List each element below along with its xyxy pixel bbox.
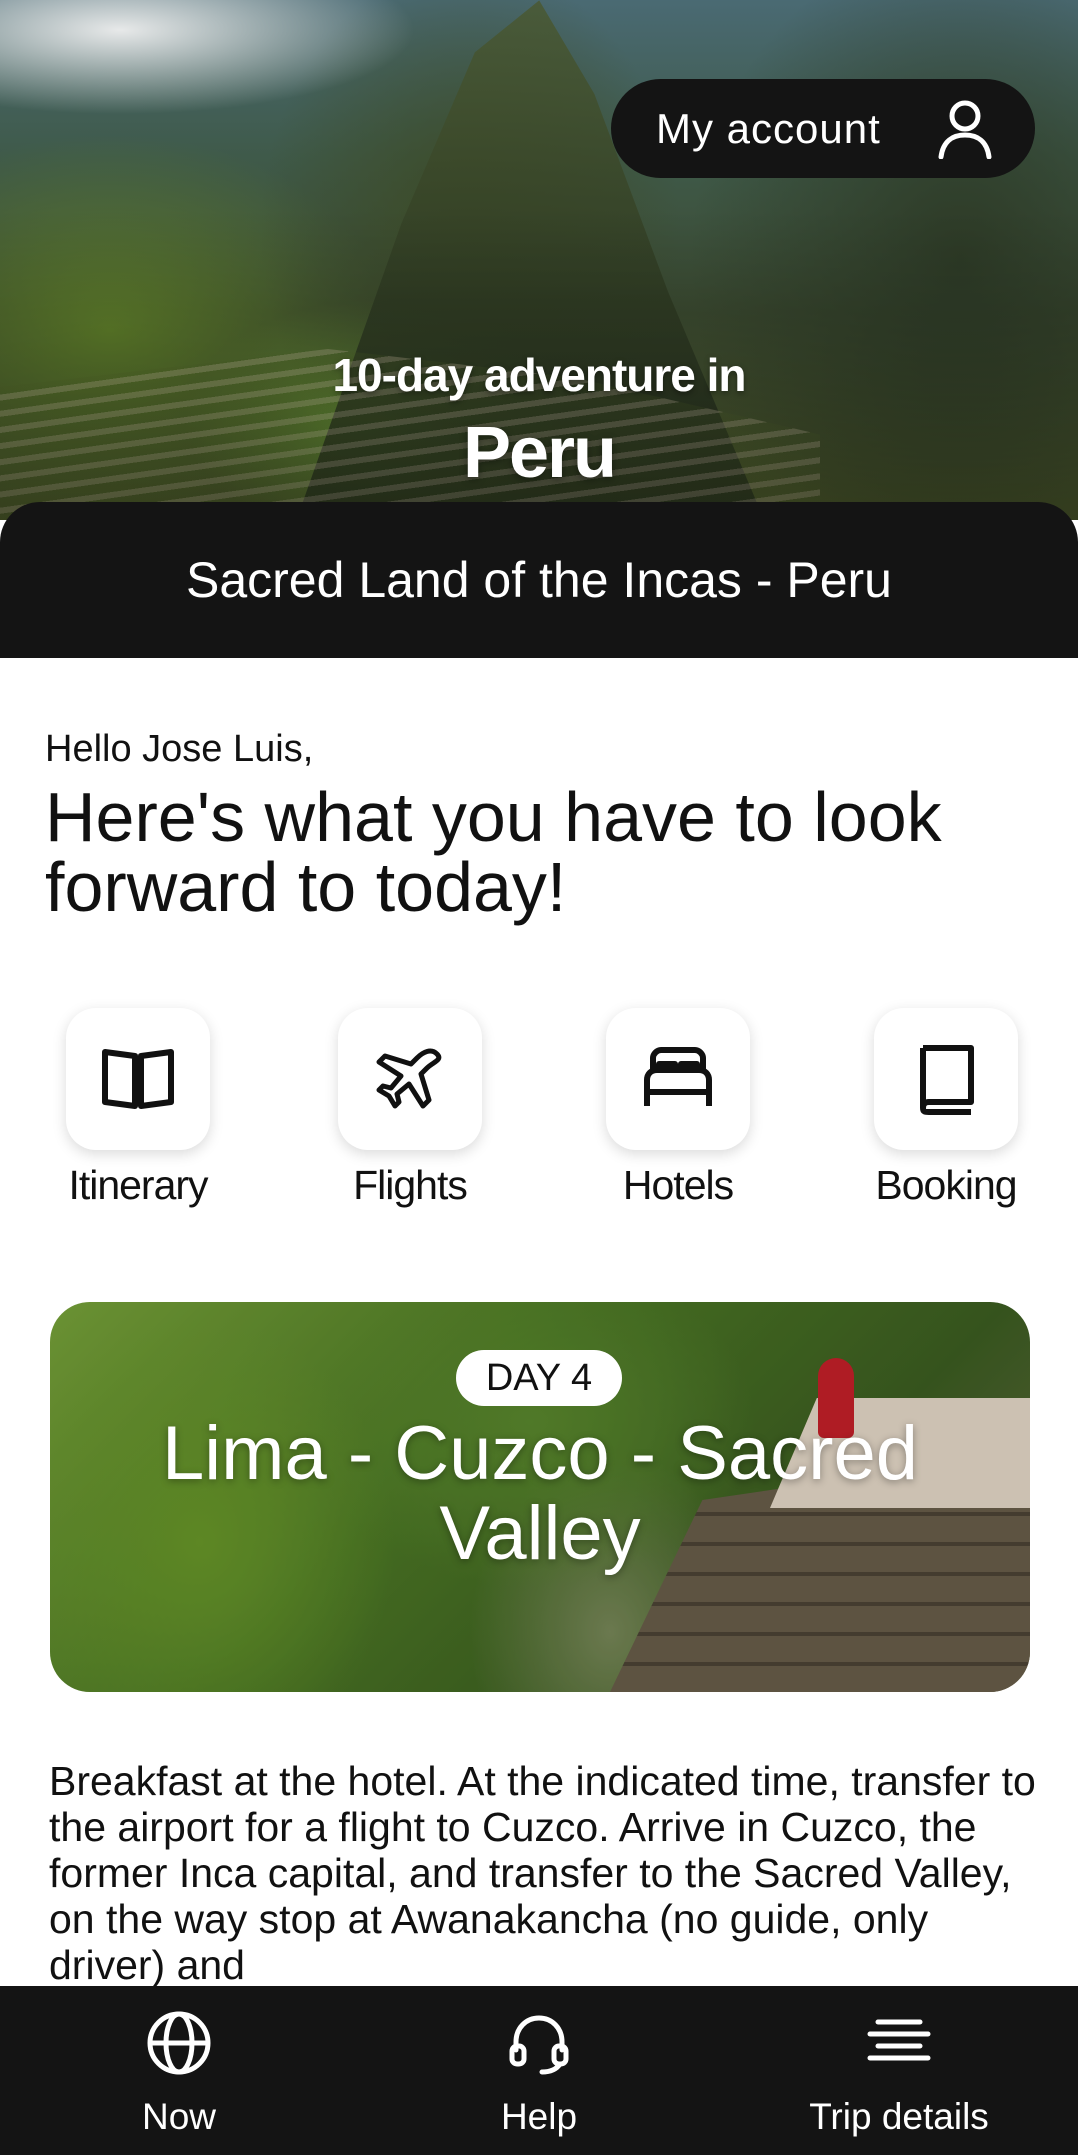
quick-link-itinerary[interactable]: Itinerary bbox=[38, 1008, 238, 1208]
trip-name: Sacred Land of the Incas - Peru bbox=[186, 552, 892, 608]
nav-item-help[interactable]: Help bbox=[439, 1986, 639, 2155]
menu-lines-icon bbox=[867, 2019, 931, 2061]
itinerary-tile[interactable] bbox=[66, 1008, 210, 1150]
nav-label: Now bbox=[141, 2096, 217, 2137]
flights-tile[interactable] bbox=[338, 1008, 482, 1150]
book-open-icon bbox=[102, 1049, 174, 1109]
hero-subtitle: 10-day adventure in bbox=[332, 349, 746, 401]
greeting-text: Hello Jose Luis, bbox=[45, 728, 314, 770]
day-badge: DAY 4 bbox=[456, 1350, 622, 1406]
quick-link-flights[interactable]: Flights bbox=[310, 1008, 510, 1208]
my-account-label: My account bbox=[656, 104, 881, 152]
nav-item-trip-details[interactable]: Trip details bbox=[779, 1986, 1019, 2155]
nav-item-now[interactable]: Now bbox=[79, 1986, 279, 2155]
airplane-icon bbox=[376, 1048, 442, 1109]
nav-label: Trip details bbox=[809, 2096, 989, 2137]
day-description: Breakfast at the hotel. At the indicated… bbox=[49, 1758, 1036, 1988]
quick-link-label: Hotels bbox=[622, 1162, 734, 1208]
my-account-button[interactable]: My account bbox=[611, 79, 1035, 178]
booking-tile[interactable] bbox=[874, 1008, 1018, 1150]
quick-link-booking[interactable]: Booking bbox=[846, 1008, 1046, 1208]
day-card[interactable]: DAY 4 Lima - Cuzco - Sacred Valley bbox=[50, 1302, 1030, 1692]
hero-destination: Peru bbox=[462, 413, 617, 493]
user-icon bbox=[938, 100, 992, 159]
book-icon bbox=[920, 1045, 974, 1115]
quick-link-hotels[interactable]: Hotels bbox=[578, 1008, 778, 1208]
nav-label: Help bbox=[500, 2096, 578, 2137]
headset-icon bbox=[509, 2015, 569, 2075]
quick-link-label: Booking bbox=[875, 1162, 1017, 1208]
quick-link-label: Itinerary bbox=[68, 1162, 208, 1208]
trip-name-bar: Sacred Land of the Incas - Peru bbox=[0, 502, 1078, 658]
hotels-tile[interactable] bbox=[606, 1008, 750, 1150]
page-headline: Here's what you have to look forward to … bbox=[45, 778, 942, 926]
day-title: Lima - Cuzco - Sacred Valley bbox=[161, 1411, 919, 1576]
quick-link-label: Flights bbox=[353, 1162, 468, 1208]
bottom-navigation: Now Help Trip details bbox=[0, 1986, 1078, 2155]
globe-icon bbox=[147, 2011, 211, 2075]
bed-icon bbox=[644, 1047, 712, 1106]
